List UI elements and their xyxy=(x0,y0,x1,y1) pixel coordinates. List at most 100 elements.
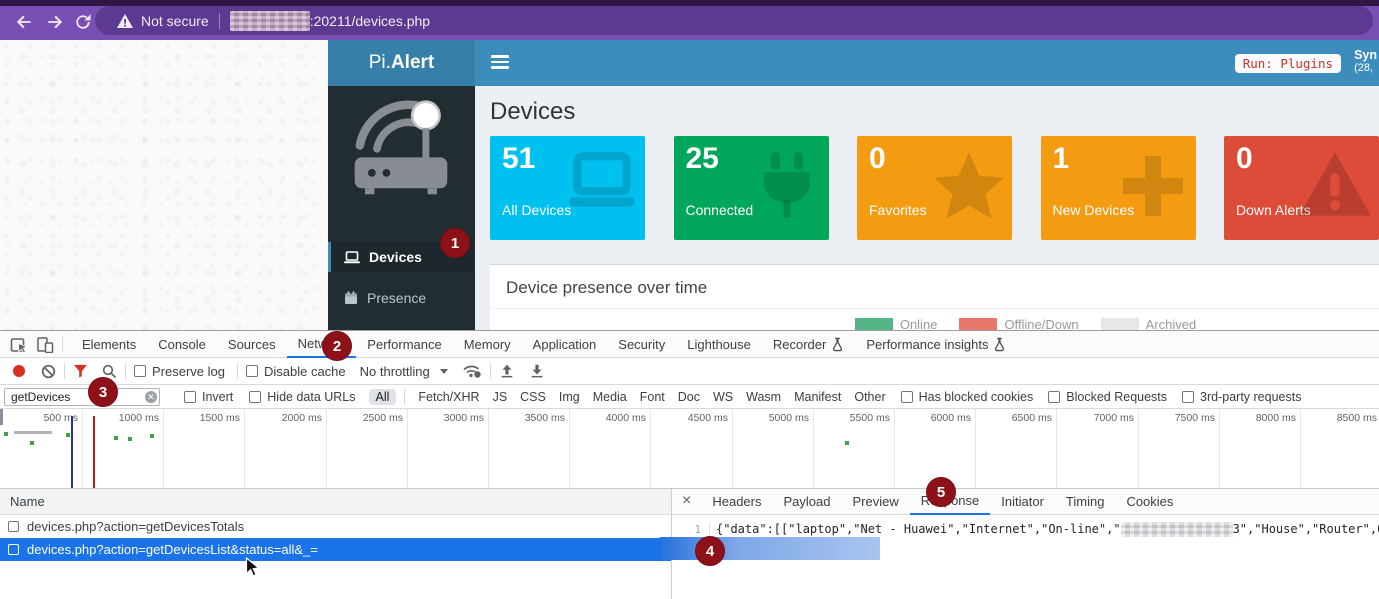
url-text[interactable]: :20211/devices.php xyxy=(310,13,430,29)
page-title: Devices xyxy=(490,98,575,126)
sync-status-line2: (28, xyxy=(1354,62,1377,75)
tab-lighthouse[interactable]: Lighthouse xyxy=(676,332,762,357)
detail-tab-payload[interactable]: Payload xyxy=(772,489,841,514)
timeline-activity-mark xyxy=(150,434,154,438)
import-har-icon[interactable] xyxy=(499,363,515,379)
checkbox-label: Has blocked cookies xyxy=(919,390,1034,404)
tab-elements[interactable]: Elements xyxy=(71,332,147,357)
request-name: devices.php?action=getDevicesList&status… xyxy=(27,542,318,557)
experiment-flask-icon xyxy=(831,337,844,352)
tab-security[interactable]: Security xyxy=(607,332,676,357)
tick-label: 1000 ms xyxy=(94,409,163,424)
filter-type-fetch-xhr[interactable]: Fetch/XHR xyxy=(418,390,479,404)
card-all-devices[interactable]: 51 All Devices xyxy=(490,136,645,240)
back-icon[interactable] xyxy=(13,12,35,32)
export-har-icon[interactable] xyxy=(529,363,545,379)
disable-cache-checkbox[interactable]: Disable cache xyxy=(246,364,346,379)
redacted-response-value xyxy=(1121,522,1233,537)
tab-application[interactable]: Application xyxy=(522,332,608,357)
card-favorites[interactable]: 0 Favorites xyxy=(857,136,1012,240)
toolbar-divider xyxy=(62,336,63,352)
detail-tab-preview[interactable]: Preview xyxy=(841,489,909,514)
calendar-icon xyxy=(344,291,358,305)
filter-icon[interactable] xyxy=(73,364,88,378)
network-timeline-overview[interactable]: 500 ms 1000 ms 1500 ms 2000 ms 2500 ms 3… xyxy=(0,409,1379,489)
refresh-icon[interactable] xyxy=(72,12,94,32)
forward-icon[interactable] xyxy=(44,12,66,32)
timeline-activity-mark xyxy=(30,441,34,445)
sidebar-item-label: Devices xyxy=(369,249,422,265)
annotation-step-5: 5 xyxy=(926,477,956,507)
toolbar-divider xyxy=(64,363,65,379)
filter-type-wasm[interactable]: Wasm xyxy=(746,390,781,404)
run-plugins-button[interactable]: Run: Plugins xyxy=(1235,54,1341,73)
tab-console[interactable]: Console xyxy=(147,332,217,357)
network-conditions-icon[interactable] xyxy=(462,363,482,379)
request-table-header[interactable]: Name xyxy=(0,489,671,515)
checkbox-icon xyxy=(246,365,258,377)
filter-text-input[interactable] xyxy=(4,388,160,406)
checkbox-icon[interactable] xyxy=(8,544,19,555)
tab-performance[interactable]: Performance xyxy=(356,332,452,357)
tab-sources[interactable]: Sources xyxy=(217,332,287,357)
record-icon[interactable] xyxy=(13,365,25,377)
has-blocked-cookies-checkbox[interactable]: Has blocked cookies xyxy=(901,390,1034,404)
filter-type-doc[interactable]: Doc xyxy=(678,390,700,404)
clear-icon[interactable] xyxy=(41,364,56,379)
checkbox-icon[interactable] xyxy=(8,521,19,532)
laptop-icon xyxy=(344,251,360,264)
filter-type-media[interactable]: Media xyxy=(593,390,627,404)
preserve-log-checkbox[interactable]: Preserve log xyxy=(134,364,225,379)
device-toolbar-icon[interactable] xyxy=(36,336,54,353)
hide-data-urls-checkbox[interactable]: Hide data URLs xyxy=(249,390,355,404)
address-bar[interactable]: Not secure :20211/devices.php xyxy=(95,6,1373,35)
tick-label: 7500 ms xyxy=(1150,409,1219,424)
close-icon[interactable]: × xyxy=(672,492,701,512)
tab-performance-insights[interactable]: Performance insights xyxy=(855,332,1017,357)
timeline-tick: 3000 ms xyxy=(419,409,489,488)
desktop-wallpaper xyxy=(0,40,328,330)
card-new-devices[interactable]: 1 New Devices xyxy=(1041,136,1196,240)
detail-tab-timing[interactable]: Timing xyxy=(1055,489,1116,514)
invert-checkbox[interactable]: Invert xyxy=(184,390,233,404)
blocked-requests-checkbox[interactable]: Blocked Requests xyxy=(1048,390,1167,404)
response-body-line[interactable]: 1 {"data":[["laptop","Net - Huawei","Int… xyxy=(672,522,1379,537)
timeline-activity-mark xyxy=(14,431,52,434)
toolbar-divider xyxy=(490,363,491,379)
sidebar-item-presence[interactable]: Presence xyxy=(328,283,475,313)
filter-type-font[interactable]: Font xyxy=(640,390,665,404)
app-logo[interactable]: Pi.Alert xyxy=(328,40,475,86)
request-row[interactable]: devices.php?action=getDevicesTotals xyxy=(0,515,671,538)
filter-type-js[interactable]: JS xyxy=(493,390,508,404)
throttling-dropdown[interactable]: No throttling xyxy=(360,364,448,379)
timeline-activity-mark xyxy=(114,436,118,440)
security-label[interactable]: Not secure xyxy=(141,13,209,29)
chevron-down-icon xyxy=(440,369,448,374)
filter-type-img[interactable]: Img xyxy=(559,390,580,404)
tab-recorder[interactable]: Recorder xyxy=(762,332,855,357)
warning-triangle-icon[interactable] xyxy=(117,14,133,28)
third-party-requests-checkbox[interactable]: 3rd-party requests xyxy=(1182,390,1301,404)
card-connected[interactable]: 25 Connected xyxy=(674,136,829,240)
tick-label: 6500 ms xyxy=(987,409,1056,424)
inspect-element-icon[interactable] xyxy=(10,335,28,353)
filter-type-other[interactable]: Other xyxy=(854,390,885,404)
sidebar-item-label: Presence xyxy=(367,290,426,306)
checkbox-label: 3rd-party requests xyxy=(1200,390,1301,404)
pialert-app: Pi.Alert Run: Plugins Syn (28, xyxy=(328,40,1379,330)
devtools-tabbar: Elements Console Sources Network Perform… xyxy=(0,331,1379,358)
filter-type-all[interactable]: All xyxy=(369,389,397,405)
filter-type-manifest[interactable]: Manifest xyxy=(794,390,841,404)
filter-type-ws[interactable]: WS xyxy=(713,390,733,404)
card-down-alerts[interactable]: 0 Down Alerts xyxy=(1224,136,1379,240)
detail-tab-cookies[interactable]: Cookies xyxy=(1115,489,1184,514)
detail-tab-initiator[interactable]: Initiator xyxy=(990,489,1055,514)
tab-memory[interactable]: Memory xyxy=(453,332,522,357)
request-row-selected[interactable]: devices.php?action=getDevicesList&status… xyxy=(0,538,671,561)
clear-filter-icon[interactable]: ✕ xyxy=(145,391,157,403)
filter-type-css[interactable]: CSS xyxy=(520,390,546,404)
hamburger-menu-icon[interactable] xyxy=(491,55,509,71)
card-value: 51 xyxy=(502,142,535,176)
detail-tab-headers[interactable]: Headers xyxy=(701,489,772,514)
filter-input[interactable]: ✕ xyxy=(4,388,160,406)
